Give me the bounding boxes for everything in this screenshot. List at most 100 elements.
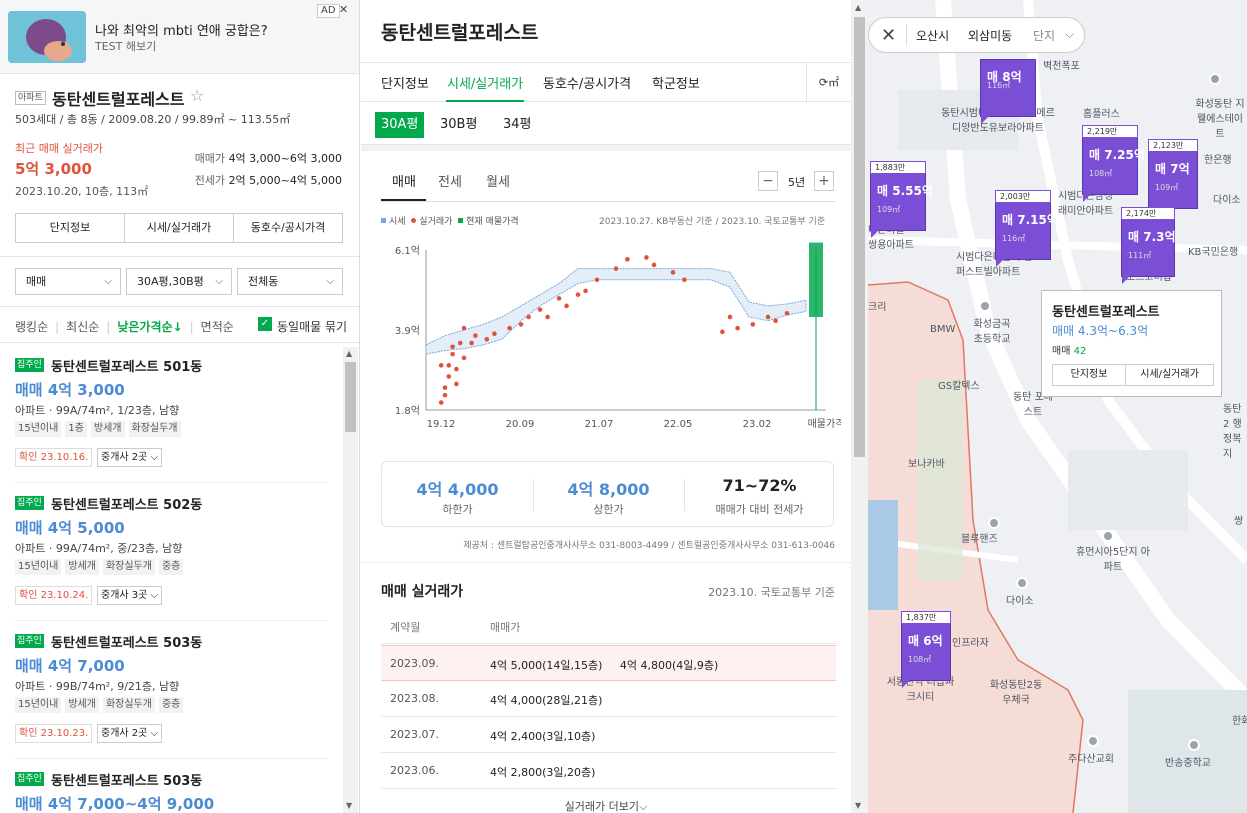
region-complex[interactable]: 단지 [1033,27,1055,44]
close-icon[interactable]: ✕ [881,25,896,46]
deal-tab-sale[interactable]: 매매 [392,171,416,190]
map-price-pin[interactable]: 2,123만 매 7억 109㎡ [1148,139,1198,216]
listing-name[interactable]: 동탄센트럴포레스트 501동 [51,356,202,375]
table-row[interactable]: 2023.09. 4억 5,000(14일,15층) 4억 4,800(4일,9층… [381,645,836,681]
ad-close-icon[interactable]: ✕ [339,3,348,16]
map-poi[interactable] [1209,73,1221,85]
pin-size: 109㎡ [1155,183,1179,192]
complex-tab-info[interactable]: 단지정보 [16,214,125,242]
legend-trade: 실거래가 [419,217,453,227]
period-decrease-button[interactable]: − [758,171,778,191]
deal-type-select[interactable]: 매매 ⌵ [15,268,121,295]
owner-badge: 집주인 [15,358,44,372]
map-price-pin[interactable]: 1,837만 매 6억 108㎡ [901,611,951,688]
map-price-pin[interactable]: 2,174만 매 7.3억 111㎡ [1121,207,1176,284]
trade-basis: 2023.10. 국토교통부 기준 [708,586,835,599]
listing-tags: 15년이내 1층 방세개 화장실두개 [15,421,185,437]
chevron-down-icon: ⌵ [326,276,334,287]
ad-banner[interactable]: 나와 최악의 mbti 연애 궁합은? TEST 해보기 AD ✕ [0,0,359,74]
table-row[interactable]: 2023.07. 4억 2,400(3일,10층) [381,717,836,753]
listing-name[interactable]: 동탄센트럴포레스트 502동 [51,494,202,513]
region-search-bar[interactable]: ✕ 오산시 외삼미동 단지 ⌵ [868,17,1085,53]
map-poi[interactable] [1188,739,1200,751]
period-increase-button[interactable]: + [814,171,834,191]
listing-desc: 아파트 · 99B/74m², 9/21층, 남향 [15,680,180,693]
map-poi[interactable] [1087,735,1099,747]
popup-price-button[interactable]: 시세/실거래가 [1125,364,1214,386]
map-poi[interactable] [1102,530,1114,542]
tab-market-price[interactable]: 시세/실거래가 [447,73,523,92]
listing-name[interactable]: 동탄센트럴포레스트 503동 [51,770,202,789]
listing-item[interactable]: 집주인 동탄센트럴포레스트 502동 매매 4억 5,000 아파트 · 99A… [15,485,328,622]
region-dong[interactable]: 외삼미동 [968,27,1012,44]
map-price-pin[interactable]: 2,219만 매 7.25억 108㎡ [1082,125,1145,202]
complex-tab-price[interactable]: 시세/실거래가 [125,214,234,242]
deal-tab-monthly[interactable]: 월세 [486,171,510,190]
map-poi[interactable] [979,300,991,312]
sort-area[interactable]: 면적순 [201,318,234,335]
pyeong-34[interactable]: 34평 [497,112,538,138]
map-price-pin[interactable]: 매 8억 116㎡ [980,59,1036,124]
detail-scrollbar[interactable]: ▲ ▼ [851,0,868,813]
listing-scrollbar[interactable]: ▲ ▼ [343,347,358,813]
popup-name[interactable]: 동탄센트럴포레스트 [1052,301,1160,320]
same-listing-label[interactable]: 동일매물 묶기 [277,318,347,335]
divider [361,562,851,563]
map-view[interactable]: 벽천폭포 화성동탄 지웰에스테이트 동탄시범다은마을 월드메르디앙반도유보라아파… [868,0,1247,813]
table-row[interactable]: 2023.08. 4억 4,000(28일,21층) [381,681,836,717]
popup-listing-count: 매매 42 [1052,342,1086,357]
agent-dropdown[interactable]: 중개사 2곳 ⌵ [97,724,163,743]
scroll-down-icon[interactable]: ▼ [855,801,861,810]
tab-complex-info[interactable]: 단지정보 [381,73,429,92]
scroll-up-icon[interactable]: ▲ [346,349,352,358]
table-row[interactable]: 2023.06. 4억 2,800(3일,20층) [381,753,836,789]
trade-more-button[interactable]: 실거래가 더보기⌵ [361,798,851,813]
tab-school[interactable]: 학군정보 [652,73,700,92]
trade-point [442,392,448,398]
map-label: GS칼텍스 [938,381,980,392]
area-select[interactable]: 30A평,30B평 ⌵ [126,268,232,295]
map-poi[interactable] [1016,577,1028,589]
pyeong-30b[interactable]: 30B평 [434,112,483,138]
price-chart: 6.1억 3.9억 1.8억 19.12 20.09 21.07 22.05 23.02 매물가… [395,242,841,430]
sale-price-range: 매매가 4억 3,000~6억 3,000 [195,150,342,166]
pyeong-30a[interactable]: 30A평 [375,112,425,138]
complex-tab-unit[interactable]: 동호수/공시가격 [234,214,342,242]
agent-dropdown[interactable]: 중개사 3곳 ⌵ [97,586,163,605]
scrollbar-thumb[interactable] [345,362,356,432]
sort-low-price[interactable]: 낮은가격순↓ [117,318,182,335]
listing-item[interactable]: 집주인 동탄센트럴포레스트 503동 매매 4억 7,000 아파트 · 99B… [15,623,328,760]
region-city[interactable]: 오산시 [916,27,949,44]
same-listing-checkbox[interactable]: ✓ [258,317,272,331]
listing-price: 매매 4억 7,000~4억 9,000 [15,795,215,813]
ad-title[interactable]: 나와 최악의 mbti 연애 궁합은? [95,20,268,39]
listing-item[interactable]: 집주인 동탄센트럴포레스트 503동 매매 4억 7,000~4억 9,000 [15,761,328,813]
map-label: 화성동탄 지웰에스테이트 [1195,99,1245,140]
map-price-pin[interactable]: 1,883만 매 5.55억 109㎡ [870,161,933,238]
sort-ranking[interactable]: 랭킹순 [15,318,48,335]
popup-complex-info-button[interactable]: 단지정보 [1052,364,1126,386]
agent-dropdown[interactable]: 중개사 2곳 ⌵ [97,448,163,467]
y-tick-label: 3.9억 [395,325,420,337]
dong-select[interactable]: 전체동 ⌵ [237,268,343,295]
scroll-up-icon[interactable]: ▲ [855,3,861,12]
listing-item[interactable]: 집주인 동탄센트럴포레스트 501동 매매 4억 3,000 아파트 · 99A… [15,347,328,484]
pin-size: 111㎡ [1128,251,1152,260]
listing-name[interactable]: 동탄센트럴포레스트 503동 [51,632,202,651]
tab-unit-price[interactable]: 동호수/공시가격 [543,73,631,92]
favorite-star-icon[interactable]: ☆ [190,86,204,105]
scrollbar-thumb[interactable] [854,17,865,457]
sort-latest[interactable]: 최신순 [66,318,99,335]
ad-subtitle[interactable]: TEST 해보기 [95,38,156,54]
pin-tail [981,116,989,124]
unit-toggle-icon[interactable]: ⟳㎡ [806,63,851,103]
legend-swatch-listing [458,218,464,223]
sale-price-label: 매매가 [194,152,226,165]
chevron-down-icon[interactable]: ⌵ [1065,27,1074,42]
map-price-pin[interactable]: 2,003만 매 7.15억 116㎡ [995,190,1058,267]
map-poi[interactable] [988,517,1000,529]
scroll-down-icon[interactable]: ▼ [346,801,352,810]
divider [0,256,359,257]
detail-panel: 동탄센트럴포레스트 단지정보 시세/실거래가 동호수/공시가격 학군정보 ⟳㎡ … [361,0,851,813]
deal-tab-jeonse[interactable]: 전세 [438,171,462,190]
